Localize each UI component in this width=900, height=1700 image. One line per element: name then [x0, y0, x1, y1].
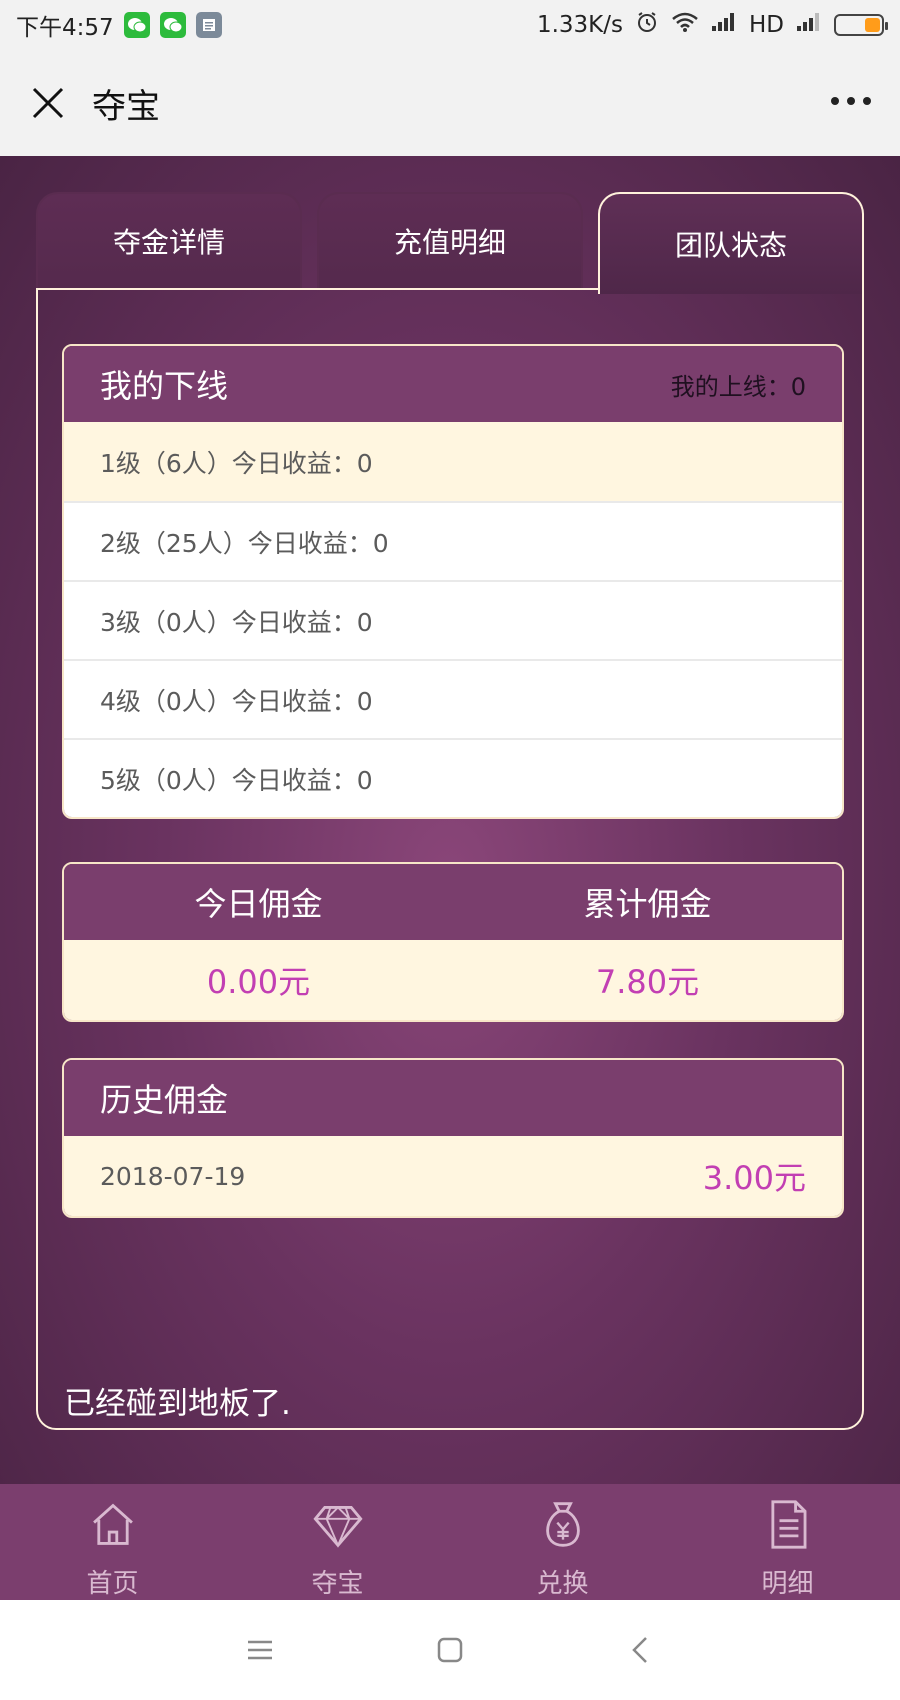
history-date: 2018-07-19: [100, 1161, 246, 1191]
battery-icon: [834, 14, 888, 36]
end-of-list-note: 已经碰到地板了.: [64, 1386, 291, 1422]
nav-exchange-label: 兑换: [536, 1569, 589, 1599]
menu-button[interactable]: [240, 1630, 280, 1670]
page-title: 夺宝: [92, 86, 160, 127]
tab-team-status[interactable]: 团队状态: [598, 192, 864, 294]
nav-treasure-label: 夺宝: [311, 1569, 364, 1599]
nav-exchange[interactable]: 兑换: [450, 1484, 675, 1600]
today-commission-label: 今日佣金: [194, 885, 323, 923]
system-navigation-bar: [0, 1600, 900, 1700]
document-icon: [770, 1500, 806, 1549]
commission-values: 0.00元 7.80元: [64, 940, 842, 1020]
tab-bar: 夺金详情 充值明细 团队状态: [36, 192, 864, 294]
history-header: 历史佣金: [64, 1060, 842, 1136]
more-options-button[interactable]: [830, 75, 872, 131]
downline-row-level-5[interactable]: 5级（0人）今日收益：0: [64, 738, 842, 817]
history-card: 历史佣金 2018-07-19 3.00元: [62, 1058, 844, 1218]
downline-title: 我的下线: [100, 367, 229, 405]
diamond-icon: [312, 1506, 363, 1548]
network-speed: 1.33K/s: [536, 12, 623, 38]
tab-recharge-details[interactable]: 充值明细: [317, 192, 583, 288]
signal-icon: [711, 12, 737, 38]
team-status-panel: 我的下线 我的上线：0 1级（6人）今日收益：0 2级（25人）今日收益：0 3…: [36, 288, 864, 1430]
document-notification-icon: [195, 12, 222, 38]
total-commission-value: 7.80元: [595, 963, 700, 1001]
upline-label: 我的上线：0: [670, 372, 806, 401]
nav-home-label: 首页: [86, 1569, 139, 1599]
status-bar: 下午4:57 1.33K/s HD: [0, 0, 900, 50]
title-bar: 夺宝: [0, 50, 900, 156]
downline-row-level-2[interactable]: 2级（25人）今日收益：0: [64, 501, 842, 580]
downline-row-level-4[interactable]: 4级（0人）今日收益：0: [64, 659, 842, 738]
today-commission-value: 0.00元: [206, 963, 311, 1001]
commission-header: 今日佣金 累计佣金: [64, 864, 842, 940]
signal-icon: [796, 12, 822, 38]
home-icon: [92, 1503, 133, 1545]
downline-row-level-3[interactable]: 3级（0人）今日收益：0: [64, 580, 842, 659]
downline-row-level-1[interactable]: 1级（6人）今日收益：0: [64, 422, 842, 501]
downline-card: 我的下线 我的上线：0 1级（6人）今日收益：0 2级（25人）今日收益：0 3…: [62, 344, 844, 819]
history-title: 历史佣金: [100, 1081, 229, 1119]
status-right: 1.33K/s HD: [536, 10, 888, 40]
total-commission-label: 累计佣金: [583, 885, 712, 923]
nav-details-label: 明细: [761, 1569, 814, 1599]
home-button[interactable]: [430, 1630, 470, 1670]
battery-level: [865, 18, 880, 32]
wechat-notification-icon: [123, 12, 150, 38]
tab-gold-details[interactable]: 夺金详情: [36, 192, 302, 288]
bottom-nav: 首页 夺宝 兑换 明细: [0, 1484, 900, 1600]
back-button[interactable]: [620, 1630, 660, 1670]
close-icon: [32, 87, 64, 119]
network-type: HD: [748, 12, 784, 38]
status-left: 下午4:57: [16, 8, 222, 42]
alarm-icon: [635, 10, 659, 40]
commission-card: 今日佣金 累计佣金 0.00元 7.80元: [62, 862, 844, 1022]
main-content: 夺金详情 充值明细 团队状态 我的下线 我的上线：0 1级（6人）今日收益：0 …: [0, 156, 900, 1484]
wechat-notification-icon: [159, 12, 186, 38]
back-chevron-icon: [632, 1637, 647, 1663]
menu-icon: [248, 1640, 272, 1660]
more-icon: [831, 97, 871, 105]
square-icon: [437, 1637, 463, 1663]
money-bag-icon: [545, 1502, 580, 1547]
history-amount: 3.00元: [702, 1159, 806, 1197]
nav-home[interactable]: 首页: [0, 1484, 225, 1600]
wifi-icon: [671, 11, 699, 39]
status-time: 下午4:57: [16, 15, 114, 41]
nav-treasure[interactable]: 夺宝: [225, 1484, 450, 1600]
downline-header: 我的下线 我的上线：0: [64, 346, 842, 422]
close-button[interactable]: [28, 83, 68, 123]
nav-details[interactable]: 明细: [675, 1484, 900, 1600]
history-row: 2018-07-19 3.00元: [64, 1136, 842, 1216]
